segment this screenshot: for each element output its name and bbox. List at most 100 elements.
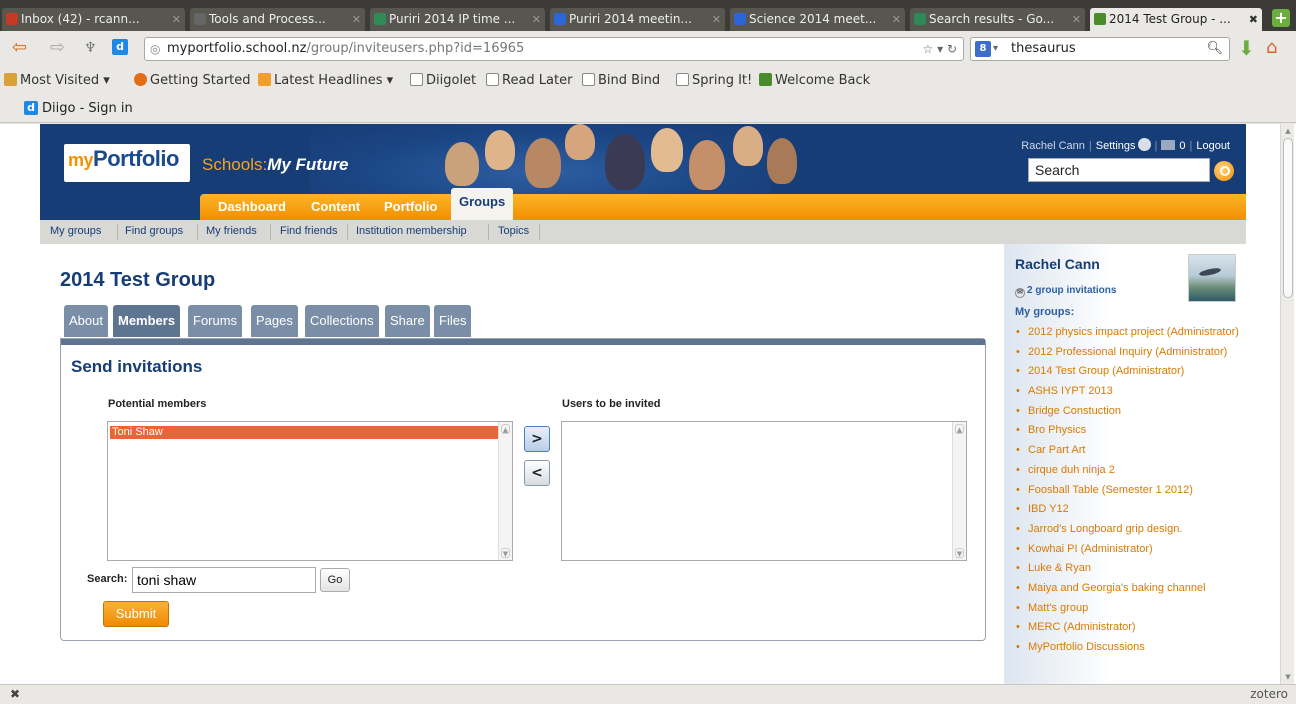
sidebar-user-name[interactable]: Rachel Cann	[1015, 256, 1100, 272]
subnav-my-groups[interactable]: My groups	[50, 225, 101, 237]
group-link[interactable]: ASHS IYPT 2013	[1014, 383, 1239, 400]
tab-members[interactable]: Members	[113, 305, 181, 337]
zotero-button[interactable]: zotero	[1250, 685, 1288, 704]
add-user-button[interactable]: >	[524, 426, 550, 452]
browser-tab[interactable]: Puriri 2014 IP time ... ✕	[370, 8, 545, 31]
close-icon[interactable]: ✕	[892, 8, 901, 31]
tab-about[interactable]: About	[64, 305, 108, 337]
nav-dashboard[interactable]: Dashboard	[218, 199, 286, 214]
mail-icon[interactable]	[1161, 140, 1176, 150]
group-link[interactable]: MERC (Administrator)	[1014, 619, 1239, 636]
list-scrollbar[interactable]: ▲ ▼	[498, 422, 512, 560]
users-to-be-invited-list[interactable]: ▲ ▼	[561, 421, 967, 561]
browser-tab[interactable]: Science 2014 meet... ✕	[730, 8, 905, 31]
group-link[interactable]: Foosball Table (Semester 1 2012)	[1014, 482, 1239, 499]
search-icon[interactable]: 🔍︎	[1206, 38, 1223, 60]
tab-collections[interactable]: Collections	[305, 305, 379, 337]
history-icon[interactable]: ♆	[84, 38, 97, 58]
close-icon[interactable]: ✕	[532, 8, 541, 31]
bookmark-spring-it[interactable]: Spring It!	[676, 67, 752, 95]
group-link[interactable]: Bro Physics	[1014, 422, 1239, 439]
nav-portfolio[interactable]: Portfolio	[384, 199, 437, 214]
group-link[interactable]: MyPortfolio Discussions	[1014, 639, 1239, 656]
group-link[interactable]: Luke & Ryan	[1014, 560, 1239, 577]
site-search-input[interactable]	[1028, 158, 1210, 182]
browser-search-box[interactable]: 8 ▾ thesaurus 🔍︎	[970, 37, 1230, 61]
submit-button[interactable]: Submit	[103, 601, 169, 627]
group-link[interactable]: IBD Y12	[1014, 501, 1239, 518]
close-icon[interactable]: ✕	[172, 8, 181, 31]
group-link[interactable]: cirque duh ninja 2	[1014, 462, 1239, 479]
group-link[interactable]: Maiya and Georgia's baking channel	[1014, 580, 1239, 597]
search-engine-icon[interactable]: 8	[975, 41, 991, 57]
group-link[interactable]: Car Part Art	[1014, 442, 1239, 459]
subnav-my-friends[interactable]: My friends	[206, 225, 257, 237]
browser-tab-active[interactable]: 2014 Test Group - ... ✖	[1090, 8, 1262, 31]
subnav-institution-membership[interactable]: Institution membership	[356, 225, 467, 237]
group-link[interactable]: Matt's group	[1014, 600, 1239, 617]
nav-groups[interactable]: Groups	[451, 188, 514, 220]
url-bar[interactable]: ◎ myportfolio.school.nz/group/inviteuser…	[144, 37, 964, 61]
bookmark-bind-bind[interactable]: Bind Bind	[582, 67, 660, 95]
logout-link[interactable]: Logout	[1196, 140, 1230, 152]
bookmark-read-later[interactable]: Read Later	[486, 67, 572, 95]
group-link[interactable]: 2012 Professional Inquiry (Administrator…	[1014, 344, 1239, 361]
go-button[interactable]: Go	[320, 568, 350, 592]
subnav-find-groups[interactable]: Find groups	[125, 225, 183, 237]
bookmark-latest-headlines[interactable]: Latest Headlines ▾	[258, 67, 393, 95]
page-icon	[676, 73, 689, 86]
nav-content[interactable]: Content	[311, 199, 360, 214]
list-item[interactable]: Toni Shaw	[110, 426, 498, 439]
url-host: myportfolio.school.nz	[167, 41, 307, 56]
tab-share[interactable]: Share	[385, 305, 430, 337]
subnav-topics[interactable]: Topics	[498, 225, 529, 237]
bookmark-most-visited[interactable]: Most Visited ▾	[4, 67, 110, 95]
potential-members-list[interactable]: Toni Shaw ▲ ▼	[107, 421, 513, 561]
group-link[interactable]: 2014 Test Group (Administrator)	[1014, 363, 1239, 380]
bookmark-getting-started[interactable]: Getting Started	[134, 67, 251, 95]
reload-icon[interactable]: ☆ ▾ ↻	[923, 38, 957, 60]
gear-icon[interactable]	[1137, 138, 1151, 151]
close-icon[interactable]: ✕	[352, 8, 361, 31]
diigo-icon[interactable]: d	[112, 39, 128, 55]
browser-tab[interactable]: Search results - Go... ✕	[910, 8, 1085, 31]
browser-tab[interactable]: Puriri 2014 meetin... ✕	[550, 8, 725, 31]
close-icon[interactable]: ✕	[712, 8, 721, 31]
scrollbar-thumb[interactable]	[1283, 138, 1293, 298]
back-icon[interactable]: ⇦	[12, 38, 27, 58]
browser-tab[interactable]: Tools and Process... ✕	[190, 8, 365, 31]
settings-link[interactable]: Settings	[1096, 140, 1136, 152]
member-search-input[interactable]	[132, 567, 316, 593]
group-link[interactable]: 2012 physics impact project (Administrat…	[1014, 324, 1239, 341]
new-tab-button[interactable]: +	[1272, 9, 1290, 27]
bookmark-diigolet[interactable]: Diigolet	[410, 67, 476, 95]
page-scrollbar[interactable]: ▲ ▼	[1280, 124, 1294, 684]
user-name-link[interactable]: Rachel Cann	[1021, 140, 1085, 152]
inbox-count[interactable]: 0	[1179, 140, 1185, 152]
chevron-down-icon[interactable]: ▾	[993, 38, 998, 60]
subnav-find-friends[interactable]: Find friends	[280, 225, 337, 237]
search-icon[interactable]	[1214, 161, 1234, 181]
diigo-signin-link[interactable]: Diigo - Sign in	[42, 95, 133, 123]
tab-files[interactable]: Files	[434, 305, 472, 337]
group-link[interactable]: Kowhai PI (Administrator)	[1014, 541, 1239, 558]
avatar[interactable]	[1188, 254, 1236, 302]
download-icon[interactable]: ⬇	[1238, 38, 1255, 58]
group-link[interactable]: Bridge Constuction	[1014, 403, 1239, 420]
home-icon[interactable]: ⌂	[1266, 38, 1277, 58]
site-logo[interactable]: myPortfolio	[68, 146, 179, 172]
group-link[interactable]: Jarrod's Longboard grip design.	[1014, 521, 1239, 538]
list-scrollbar[interactable]: ▲ ▼	[952, 422, 966, 560]
close-icon[interactable]: ✖	[1249, 8, 1258, 31]
bookmark-welcome-back[interactable]: Welcome Back	[759, 67, 870, 95]
tab-pages[interactable]: Pages	[251, 305, 298, 337]
tab-forums[interactable]: Forums	[188, 305, 243, 337]
close-icon[interactable]: ✖	[10, 685, 20, 704]
browser-tab[interactable]: Inbox (42) - rcann... ✕	[2, 8, 185, 31]
remove-user-button[interactable]: <	[524, 460, 550, 486]
scroll-up-icon[interactable]: ▲	[1283, 126, 1293, 136]
close-icon[interactable]: ✕	[1072, 8, 1081, 31]
forward-icon[interactable]: ⇨	[50, 38, 65, 58]
scroll-down-icon[interactable]: ▼	[1283, 672, 1293, 682]
group-invitations-link[interactable]: ✉ 2 group invitations	[1015, 285, 1116, 298]
